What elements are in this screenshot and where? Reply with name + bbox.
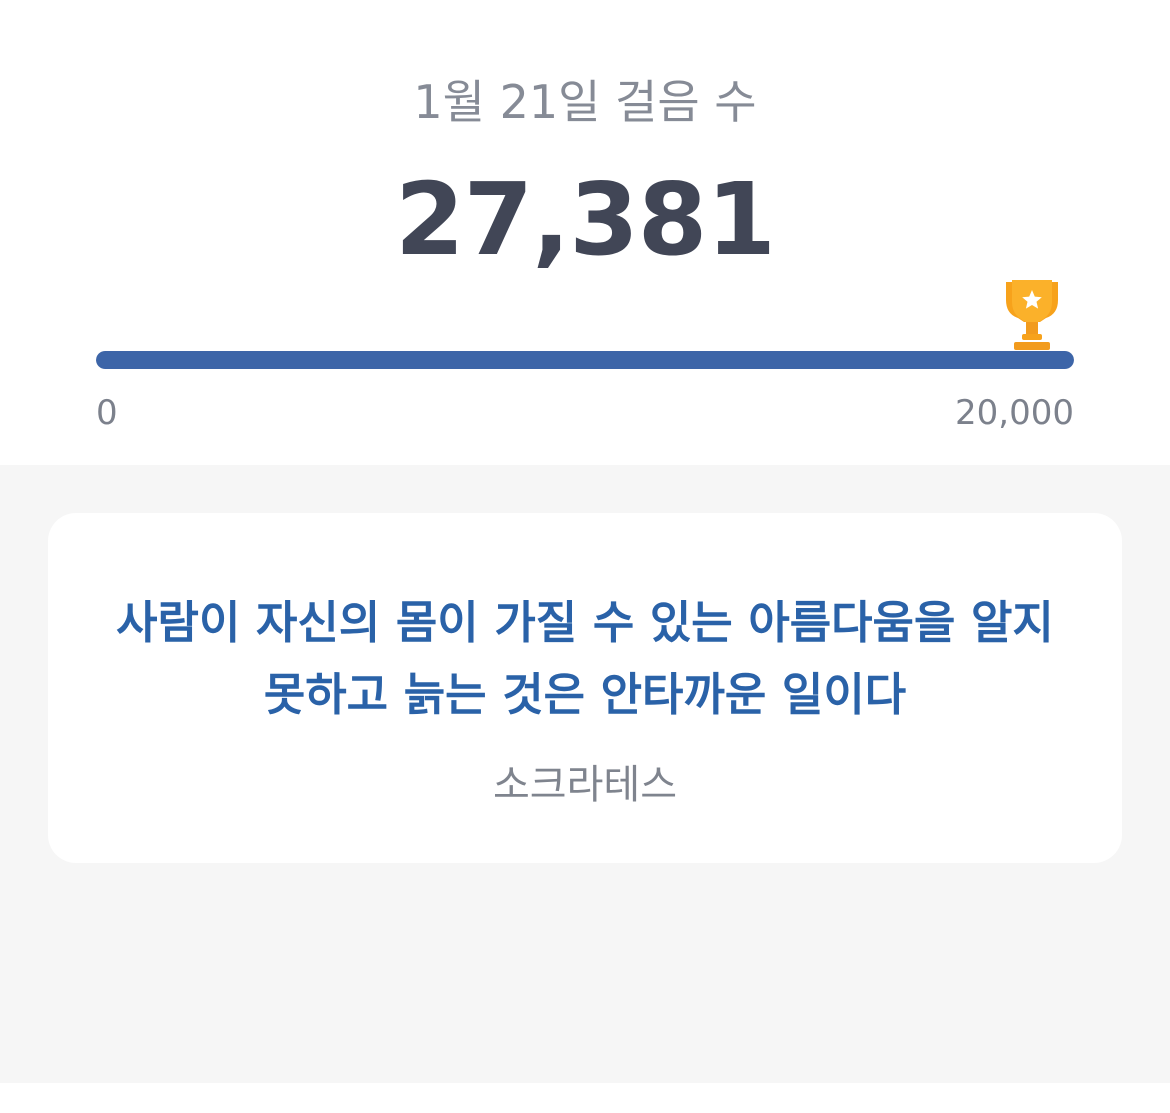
trophy-icon bbox=[1000, 278, 1064, 354]
quote-card: 사람이 자신의 몸이 가질 수 있는 아름다움을 알지 못하고 늙는 것은 안타… bbox=[48, 513, 1122, 863]
quote-author: 소크라테스 bbox=[493, 762, 677, 808]
quote-section: 사람이 자신의 몸이 가질 수 있는 아름다움을 알지 못하고 늙는 것은 안타… bbox=[0, 465, 1170, 1083]
step-summary: 1월 21일 걸음 수 27,381 0 20,000 bbox=[0, 0, 1170, 465]
step-progress-fill bbox=[96, 351, 1074, 369]
step-count: 27,381 bbox=[395, 161, 776, 278]
step-progress-bar bbox=[96, 351, 1074, 369]
progress-goal-label: 20,000 bbox=[955, 393, 1074, 433]
quote-text: 사람이 자신의 몸이 가질 수 있는 아름다움을 알지 못하고 늙는 것은 안타… bbox=[116, 596, 1054, 721]
date-label: 1월 21일 걸음 수 bbox=[413, 75, 757, 129]
progress-min-label: 0 bbox=[96, 393, 118, 433]
